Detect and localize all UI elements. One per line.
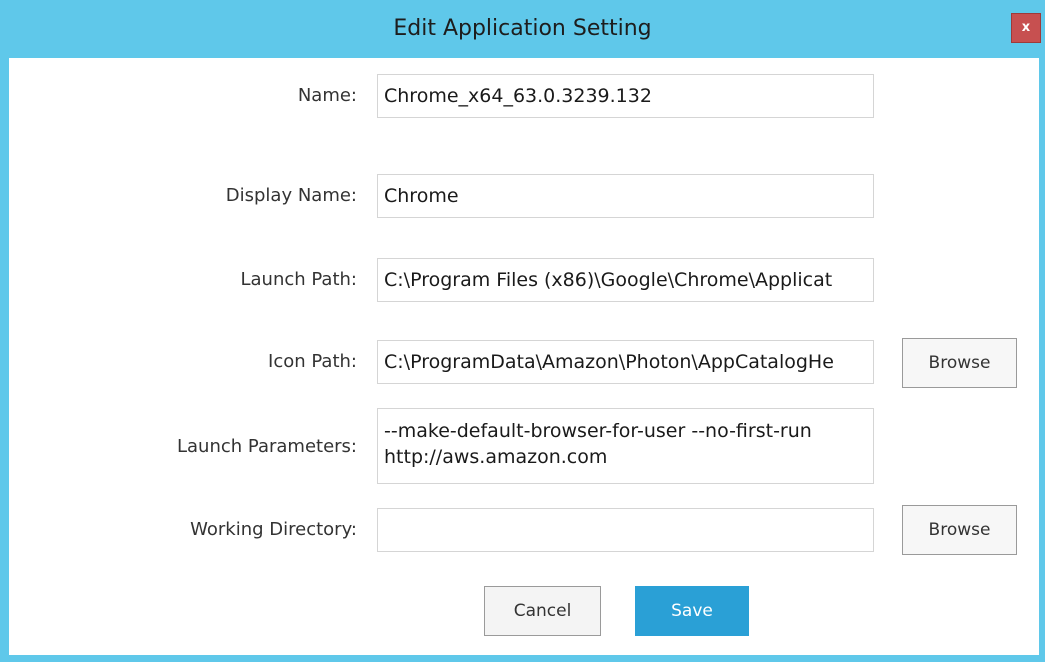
working-directory-label: Working Directory: <box>190 519 357 540</box>
working-directory-field[interactable] <box>377 508 874 552</box>
launch-parameters-label: Launch Parameters: <box>177 436 357 457</box>
icon-path-field[interactable]: C:\ProgramData\Amazon\Photon\AppCatalogH… <box>377 340 874 384</box>
display-name-label: Display Name: <box>225 185 357 206</box>
title-bar[interactable]: Edit Application Setting x <box>0 0 1045 58</box>
dialog-title: Edit Application Setting <box>393 16 652 41</box>
icon-path-row: Icon Path: <box>9 340 357 384</box>
launch-path-field[interactable]: C:\Program Files (x86)\Google\Chrome\App… <box>377 258 874 302</box>
close-button[interactable]: x <box>1011 13 1041 43</box>
launch-parameters-row: Launch Parameters: <box>9 430 357 474</box>
display-name-field[interactable]: Chrome <box>377 174 874 218</box>
launch-path-row: Launch Path: <box>9 258 357 302</box>
name-row: Name: <box>9 74 357 118</box>
save-button[interactable]: Save <box>635 586 749 636</box>
display-name-row: Display Name: <box>9 174 357 218</box>
cancel-button[interactable]: Cancel <box>484 586 601 636</box>
dialog-content: Name: Chrome_x64_63.0.3239.132 Display N… <box>9 58 1039 655</box>
close-icon: x <box>1021 20 1031 35</box>
working-directory-row: Working Directory: <box>9 508 357 552</box>
name-field[interactable]: Chrome_x64_63.0.3239.132 <box>377 74 874 118</box>
launch-path-label: Launch Path: <box>240 269 357 290</box>
launch-parameters-field[interactable]: --make-default-browser-for-user --no-fir… <box>377 408 874 484</box>
edit-application-dialog: Edit Application Setting x Name: Chrome_… <box>0 0 1045 662</box>
browse-working-directory-button[interactable]: Browse <box>902 505 1017 555</box>
browse-icon-path-button[interactable]: Browse <box>902 338 1017 388</box>
name-label: Name: <box>297 85 357 106</box>
icon-path-label: Icon Path: <box>268 351 357 372</box>
